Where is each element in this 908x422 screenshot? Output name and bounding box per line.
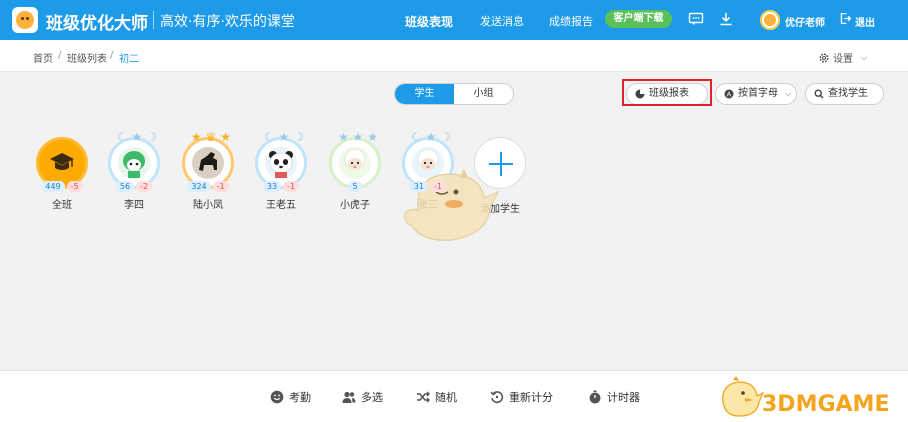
nav-score-report[interactable]: 成绩报告: [549, 13, 593, 29]
attendance-button[interactable]: 考勤: [270, 389, 311, 405]
logout-button[interactable]: 退出: [855, 14, 875, 29]
download-icon[interactable]: [718, 11, 734, 27]
student-card[interactable]: ★ ♛ ★ 324 -1 陆小凤: [178, 130, 238, 211]
gear-icon: [819, 53, 829, 62]
student-card[interactable]: ☾ ★ ☽ 33 -1 王老五: [251, 130, 311, 211]
negative-score: -1: [212, 181, 229, 192]
chevron-down-icon: ⌵: [861, 52, 868, 62]
student-card-whole-class[interactable]: 449 -5 全班: [32, 137, 92, 211]
attendance-label: 考勤: [289, 391, 311, 404]
breadcrumb-class-list[interactable]: 班级列表: [67, 50, 107, 65]
positive-score: 449: [41, 181, 65, 192]
watermark-mascot: [404, 168, 500, 241]
svg-text:A: A: [727, 92, 732, 99]
negative-score: -1: [283, 181, 300, 192]
app-slogan: 高效·有序·欢乐的课堂: [160, 14, 295, 30]
logout-icon[interactable]: [839, 12, 852, 25]
highlight-box: [622, 79, 712, 106]
reset-score-label: 重新计分: [509, 391, 553, 404]
student-name: 全班: [52, 200, 72, 211]
view-switch: 学生 小组: [394, 83, 514, 105]
watermark-bird-logo: [722, 376, 765, 417]
breadcrumb-current: 初二: [119, 54, 139, 65]
positive-score: 5: [348, 181, 362, 192]
student-name: 陆小凤: [193, 200, 223, 211]
sheep-avatar-icon: [339, 147, 371, 179]
positive-score: 33: [262, 181, 282, 192]
sort-dropdown[interactable]: A 按首字母 ⌵: [715, 83, 797, 105]
tab-groups[interactable]: 小组: [454, 84, 513, 104]
timer-button[interactable]: 计时器: [588, 389, 640, 405]
mascot-face-icon: [16, 11, 34, 29]
timer-label: 计时器: [607, 391, 640, 404]
negative-score: -1: [430, 181, 447, 192]
settings-label: 设置: [833, 54, 853, 65]
student-card[interactable]: ★ ★ ★ 5 小虎子: [325, 130, 385, 211]
positive-score: 56: [115, 181, 135, 192]
find-student-button[interactable]: 查找学生: [805, 83, 884, 105]
crown-icon: ☾ ★ ☽: [117, 130, 157, 144]
nav-send-message[interactable]: 发送消息: [480, 13, 524, 29]
message-icon[interactable]: [688, 11, 704, 27]
student-name: 小虎子: [340, 200, 370, 211]
dinosaur-avatar-icon: [118, 147, 150, 179]
crown-icon: ★ ♛ ★: [191, 130, 231, 144]
stopwatch-icon: [589, 390, 601, 404]
student-name: 李四: [124, 200, 144, 211]
breadcrumb: 首页 / 班级列表 / 初二 设置 ⌵: [0, 40, 908, 72]
breadcrumb-home[interactable]: 首页: [33, 50, 53, 65]
random-button[interactable]: 随机: [416, 389, 457, 405]
graduation-cap-icon: [50, 153, 74, 170]
horse-photo-avatar: [192, 147, 224, 179]
positive-score: 31: [409, 181, 429, 192]
positive-score: 324: [187, 181, 211, 192]
random-label: 随机: [435, 391, 457, 404]
search-icon: [814, 89, 824, 99]
tab-students[interactable]: 学生: [395, 84, 454, 104]
panda-avatar-icon: [265, 147, 297, 179]
crown-icon: ☾ ★ ☽: [411, 130, 451, 144]
student-name: 王老五: [266, 200, 296, 211]
sort-label: 按首字母: [738, 88, 778, 99]
smiley-icon: [270, 390, 284, 404]
app-logo: [12, 7, 38, 33]
student-card[interactable]: ☾ ★ ☽ 56 -2 李四: [104, 130, 164, 211]
nav-class-performance[interactable]: 班级表现: [405, 13, 453, 30]
app-title: 班级优化大师: [46, 14, 148, 34]
header-divider: [153, 11, 154, 29]
breadcrumb-separator: /: [58, 50, 62, 61]
negative-score: -5: [66, 181, 83, 192]
reset-icon: [490, 391, 504, 404]
settings-menu[interactable]: 设置 ⌵: [818, 50, 867, 65]
multi-select-button[interactable]: 多选: [342, 389, 383, 405]
find-student-label: 查找学生: [828, 88, 868, 99]
breadcrumb-separator: /: [110, 50, 114, 61]
watermark-text: 3DMGAME: [762, 392, 890, 417]
crown-icon: ★ ★ ★: [338, 130, 378, 144]
negative-score: -2: [136, 181, 153, 192]
top-header: 班级优化大师 高效·有序·欢乐的课堂 班级表现 发送消息 成绩报告 客户端下载 …: [0, 0, 908, 40]
crown-icon: ☾ ★ ☽: [264, 130, 304, 144]
multi-select-label: 多选: [361, 391, 383, 404]
reset-score-button[interactable]: 重新计分: [490, 389, 553, 405]
client-download-button[interactable]: 客户端下载: [605, 10, 672, 28]
shuffle-icon: [417, 391, 430, 403]
users-icon: [342, 391, 356, 403]
user-name[interactable]: 优仔老师: [785, 14, 825, 29]
chevron-down-icon: ⌵: [785, 89, 792, 98]
sort-alpha-icon: A: [724, 89, 734, 99]
user-avatar[interactable]: [760, 10, 780, 30]
